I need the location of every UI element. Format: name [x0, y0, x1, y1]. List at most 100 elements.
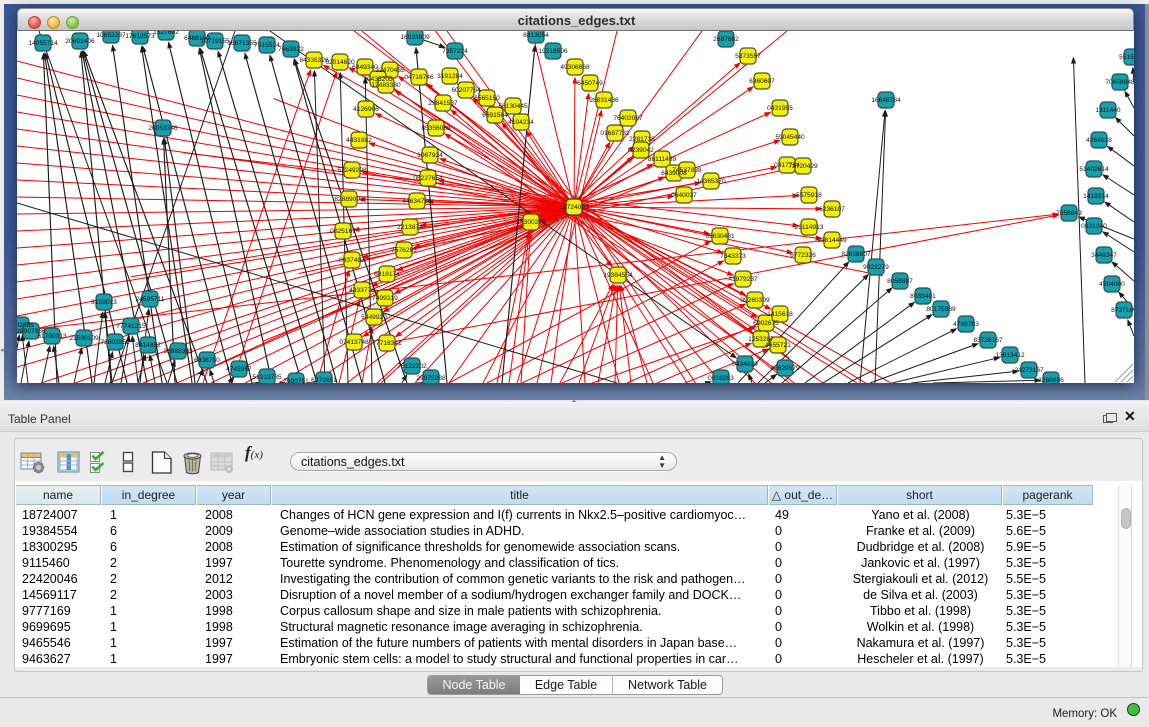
svg-text:4431982: 4431982	[346, 137, 372, 144]
svg-text:26114913: 26114913	[795, 224, 824, 231]
svg-text:8813054: 8813054	[523, 32, 549, 39]
svg-text:41979237: 41979237	[728, 276, 758, 283]
svg-text:9022279: 9022279	[863, 264, 889, 271]
svg-text:7409319: 7409319	[372, 295, 398, 302]
svg-text:4743957: 4743957	[226, 366, 252, 373]
svg-text:85356068: 85356068	[421, 125, 451, 132]
svg-text:70658948: 70658948	[1105, 79, 1134, 86]
svg-text:7515524: 7515524	[254, 42, 280, 49]
svg-text:4504000: 4504000	[1099, 281, 1125, 288]
svg-text:21590109: 21590109	[69, 335, 99, 342]
svg-text:14055714: 14055714	[28, 40, 58, 47]
svg-text:6002675: 6002675	[753, 320, 779, 327]
svg-text:74537838: 74537838	[672, 167, 702, 174]
svg-text:0831240: 0831240	[1081, 223, 1107, 230]
svg-text:65630481: 65630481	[705, 233, 735, 240]
svg-text:82889093: 82889093	[334, 196, 364, 203]
svg-text:16671355: 16671355	[227, 40, 257, 47]
svg-text:51313735: 51313735	[252, 374, 282, 381]
svg-text:5515058: 5515058	[1119, 54, 1134, 61]
svg-text:72720429: 72720429	[788, 163, 818, 170]
svg-text:29841537: 29841537	[428, 100, 458, 107]
svg-text:6360607: 6360607	[749, 78, 775, 85]
svg-text:6236107: 6236107	[819, 206, 845, 213]
svg-text:08227654: 08227654	[413, 175, 443, 182]
svg-text:0025167: 0025167	[330, 228, 356, 235]
svg-text:19218506: 19218506	[538, 48, 568, 55]
svg-text:28831436: 28831436	[589, 97, 619, 104]
svg-text:6772326: 6772326	[790, 252, 816, 259]
svg-text:2281718: 2281718	[629, 136, 655, 143]
svg-text:5575918: 5575918	[796, 192, 822, 199]
svg-text:16648784: 16648784	[871, 97, 901, 104]
svg-text:1311440: 1311440	[1095, 107, 1121, 114]
svg-text:51402614: 51402614	[1079, 166, 1109, 173]
svg-text:24595711: 24595711	[136, 296, 165, 303]
svg-text:8414852: 8414852	[135, 342, 161, 349]
svg-text:0837407: 0837407	[339, 257, 365, 264]
svg-text:16033809: 16033809	[400, 34, 430, 41]
svg-text:1527602: 1527602	[153, 31, 179, 36]
svg-text:76122202: 76122202	[397, 363, 427, 370]
svg-text:18724007: 18724007	[559, 204, 589, 211]
svg-text:20053346: 20053346	[148, 125, 178, 132]
svg-text:6565150: 6565150	[474, 95, 500, 102]
svg-text:1067924: 1067924	[417, 152, 443, 159]
svg-text:93814449: 93814449	[817, 237, 847, 244]
svg-text:17483380: 17483380	[371, 82, 401, 89]
svg-text:0431955: 0431955	[767, 105, 793, 112]
svg-text:49306668: 49306668	[560, 64, 590, 71]
svg-text:8818174: 8818174	[374, 271, 400, 278]
svg-text:0018263: 0018263	[708, 375, 734, 382]
svg-text:17612573: 17612573	[125, 33, 155, 40]
svg-text:8058887: 8058887	[887, 278, 913, 285]
svg-text:4104234: 4104234	[508, 119, 534, 126]
svg-text:6691564: 6691564	[482, 112, 508, 119]
svg-text:6450749: 6450749	[577, 80, 603, 87]
svg-text:77718341: 77718341	[372, 340, 402, 347]
svg-text:72803852: 72803852	[100, 339, 130, 346]
svg-text:6372651: 6372651	[311, 377, 337, 383]
svg-text:0239042: 0239042	[628, 147, 654, 154]
svg-text:38885393: 38885393	[163, 348, 193, 355]
svg-text:7357224: 7357224	[442, 48, 468, 55]
svg-text:8737167: 8737167	[1111, 307, 1134, 314]
svg-text:59045440: 59045440	[775, 134, 805, 141]
svg-text:5873557: 5873557	[735, 53, 761, 60]
svg-text:7990751: 7990751	[283, 378, 309, 383]
svg-text:6338750: 6338750	[194, 357, 220, 364]
svg-text:0434839: 0434839	[732, 361, 758, 368]
svg-text:19384554: 19384554	[603, 272, 633, 279]
svg-text:76402067: 76402067	[613, 115, 643, 122]
svg-text:22470455: 22470455	[375, 67, 405, 74]
svg-text:6849340: 6849340	[352, 64, 378, 71]
svg-text:04718746: 04718746	[404, 74, 434, 81]
svg-text:8033401: 8033401	[910, 293, 936, 300]
svg-text:82828807: 82828807	[841, 251, 871, 258]
svg-text:3191284: 3191284	[437, 73, 463, 80]
svg-text:20691406: 20691406	[65, 38, 95, 45]
svg-text:61760313: 61760313	[37, 333, 67, 340]
svg-text:13613412: 13613412	[995, 352, 1025, 359]
svg-text:09260309: 09260309	[740, 297, 770, 304]
svg-text:15300273: 15300273	[516, 219, 546, 226]
svg-text:4126906: 4126906	[353, 106, 379, 113]
svg-text:7058649: 7058649	[1056, 210, 1082, 217]
svg-text:7343373: 7343373	[720, 253, 746, 260]
svg-text:60207764: 60207764	[451, 87, 481, 94]
svg-text:24273167: 24273167	[1014, 367, 1044, 374]
svg-text:80175989: 80175989	[926, 306, 956, 313]
svg-text:77741215: 77741215	[116, 323, 146, 330]
svg-text:2213878: 2213878	[397, 224, 423, 231]
svg-text:7576283: 7576283	[391, 247, 417, 254]
svg-text:4655721: 4655721	[765, 342, 791, 349]
svg-text:5449920: 5449920	[361, 314, 387, 321]
svg-text:29975288: 29975288	[416, 375, 446, 382]
svg-text:4788783: 4788783	[953, 321, 979, 328]
svg-text:1419314: 1419314	[1083, 193, 1109, 200]
svg-text:0640037: 0640037	[671, 192, 697, 199]
svg-text:83726167: 83726167	[973, 337, 1003, 344]
svg-text:7663822: 7663822	[278, 46, 304, 53]
svg-text:56130445: 56130445	[498, 103, 528, 110]
svg-text:10719155: 10719155	[200, 38, 230, 45]
